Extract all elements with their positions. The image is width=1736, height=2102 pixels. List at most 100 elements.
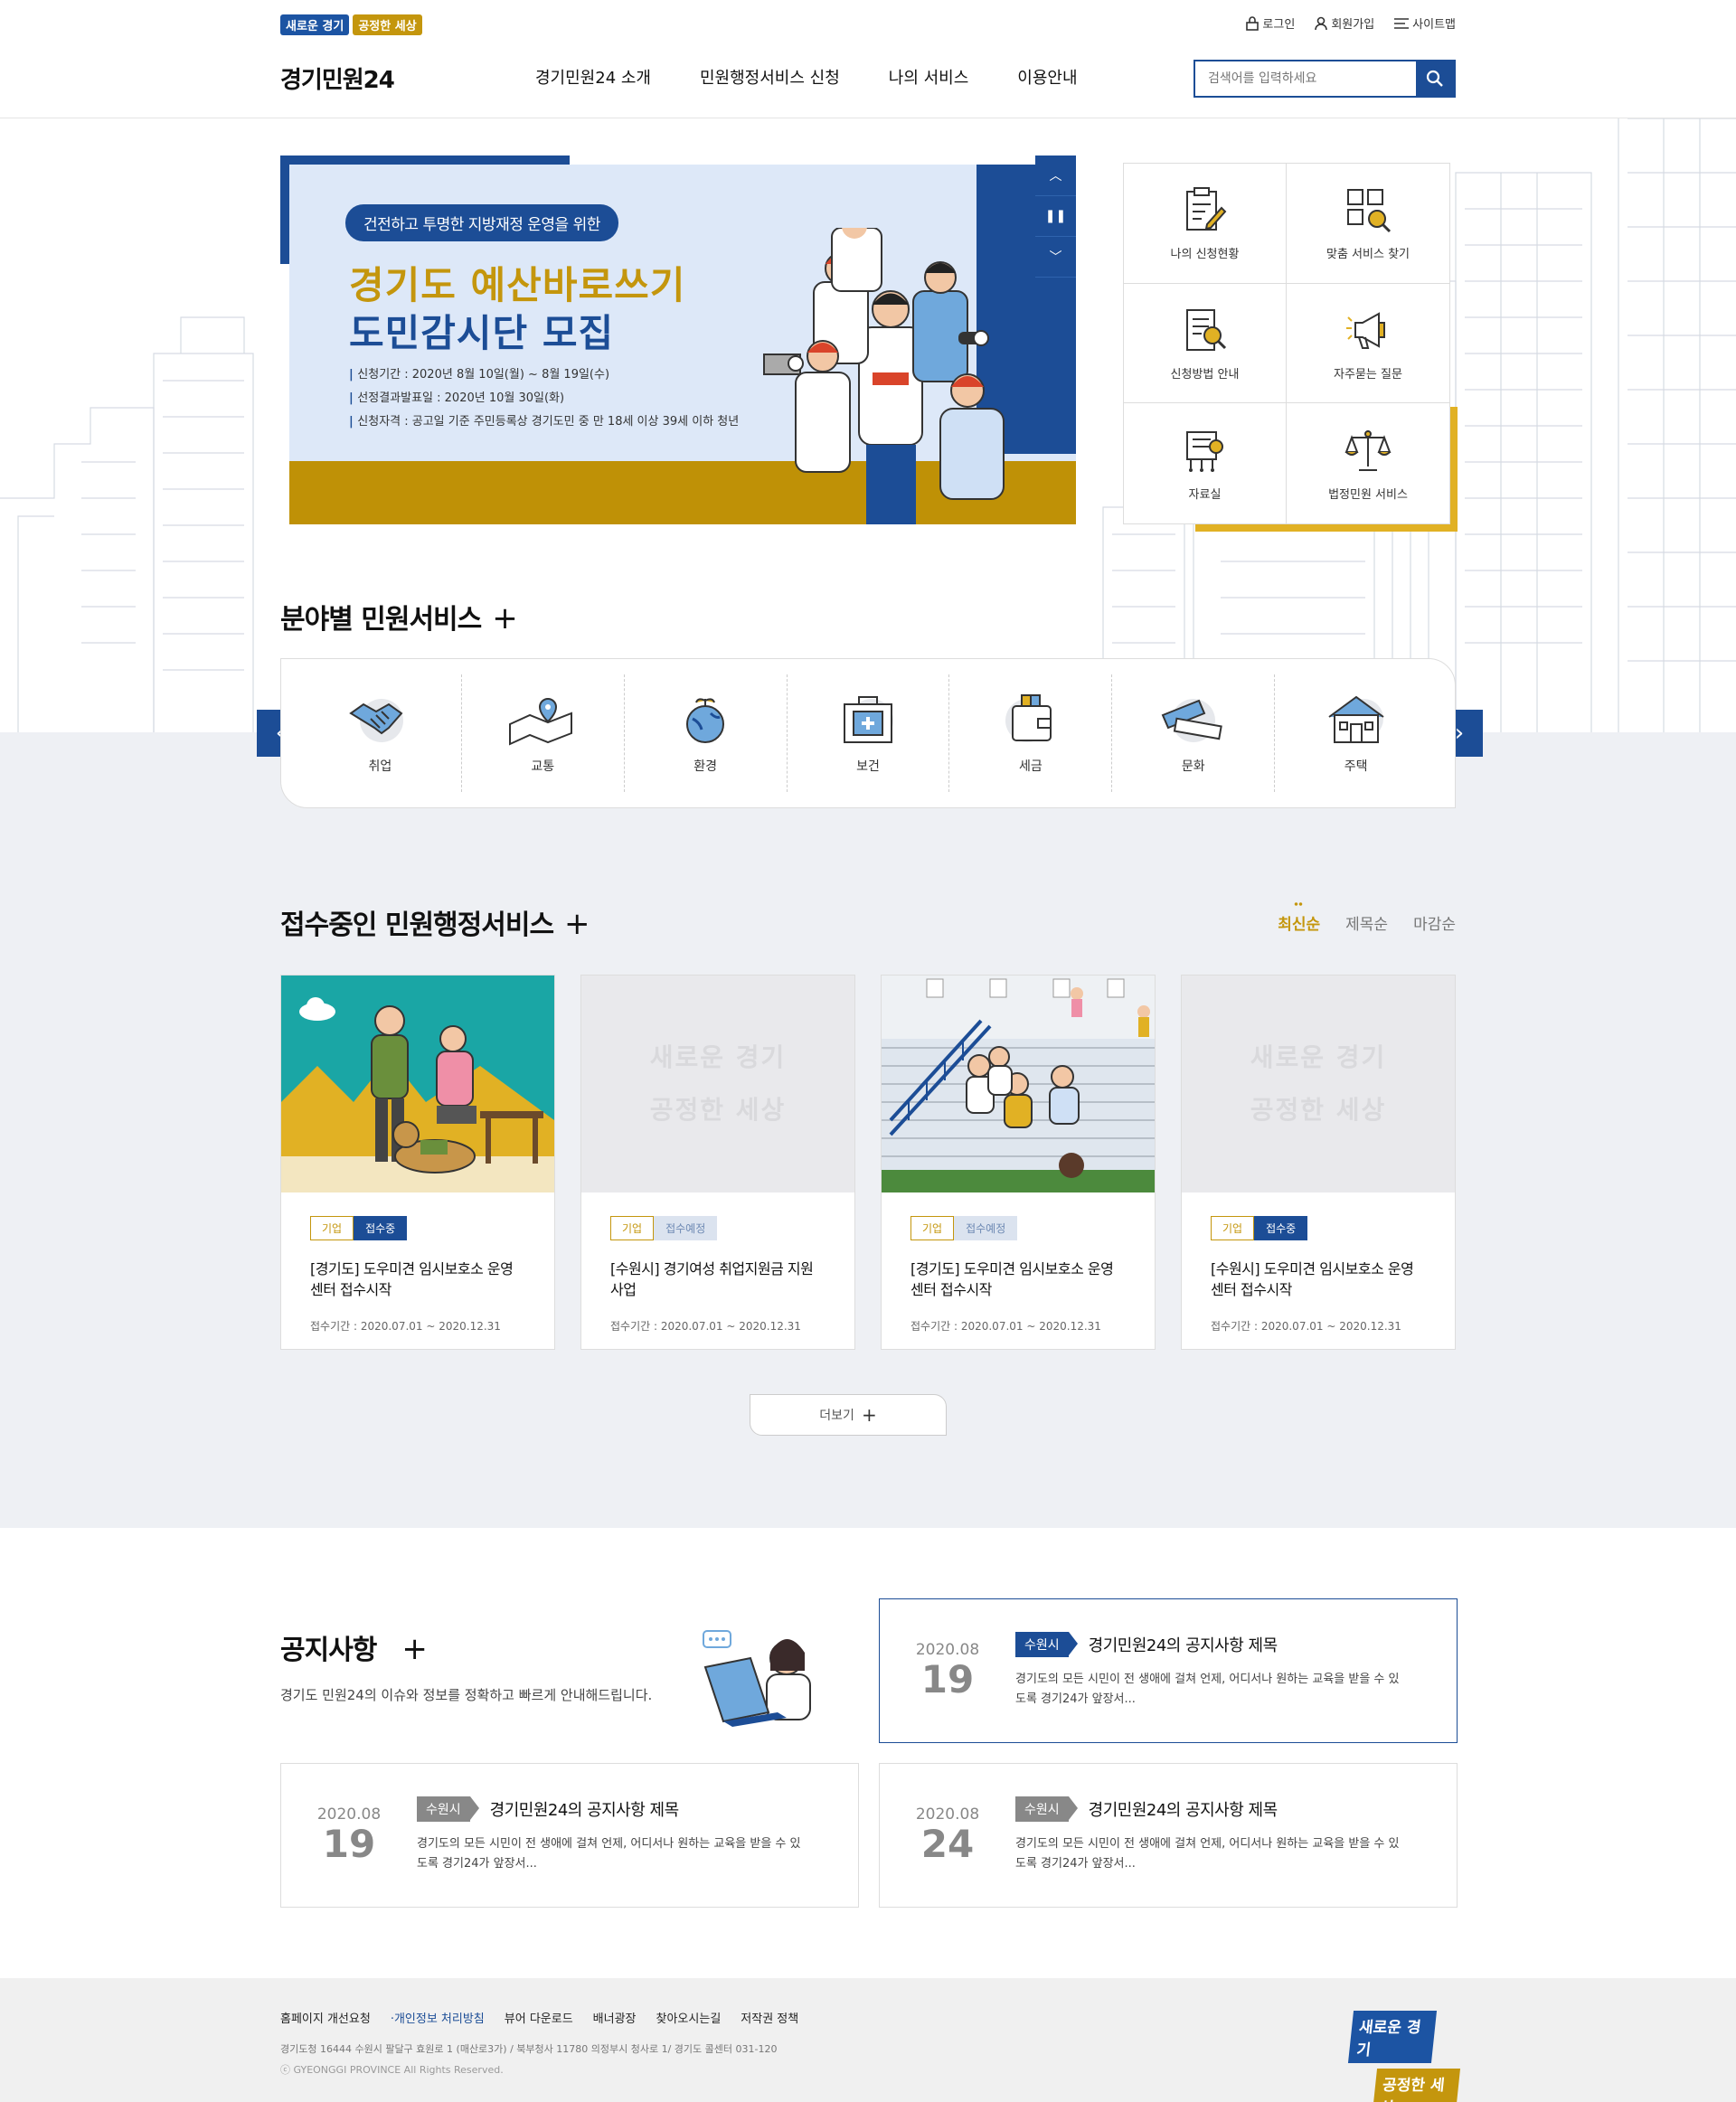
signup-link[interactable]: 회원가입 xyxy=(1315,14,1374,32)
menu-item-my-service[interactable]: 나의 서비스 xyxy=(889,65,969,89)
banner-next-button[interactable]: ﹀ xyxy=(1035,237,1076,278)
banner-prev-button[interactable]: ︿ xyxy=(1035,156,1076,196)
footer-slogan-logo: 새로운 경기 공정한 세상 xyxy=(1347,2011,1461,2102)
notice-section-title[interactable]: 공지사항 + xyxy=(280,1627,652,1667)
status-badge: 접수중 xyxy=(1254,1216,1308,1240)
notice-date: 2020.08 19 xyxy=(880,1641,1015,1701)
sort-title[interactable]: 제목순 xyxy=(1345,911,1388,934)
chevron-right-icon: › xyxy=(1454,720,1465,747)
chevron-down-icon: ﹀ xyxy=(1049,250,1062,265)
placeholder-logo: 새로운 경기 공정한 세상 xyxy=(1250,1032,1387,1136)
banner-slide[interactable]: 건전하고 투명한 지방재정 운영을 위한 경기도 예산바로쓰기 도민감시단 모집… xyxy=(289,165,1076,524)
quick-label: 맞춤 서비스 찾기 xyxy=(1326,248,1410,262)
footer-address: 경기도청 16444 수원시 팔달구 효원로 1 (매산로3가) / 북부청사 … xyxy=(280,2043,778,2055)
footer-link-feedback[interactable]: 홈페이지 개선요청 xyxy=(280,2009,371,2026)
field-label: 취업 xyxy=(368,759,392,774)
field-item-culture[interactable]: 문화 xyxy=(1112,674,1276,792)
notice-day: 19 xyxy=(920,1657,975,1701)
banner-pill-label: 건전하고 투명한 지방재정 운영을 위한 xyxy=(345,204,618,241)
field-item-tax[interactable]: 세금 xyxy=(949,674,1113,792)
quick-item-how-to-apply[interactable]: 신청방법 안내 xyxy=(1124,283,1287,404)
field-label: 문화 xyxy=(1181,759,1205,774)
service-card[interactable]: 기업 접수예정 [경기도] 도우미견 임시보호소 운영 센터 접수시작 접수기간 … xyxy=(881,975,1156,1350)
notice-year-month: 2020.08 xyxy=(316,1805,382,1824)
quick-item-find-service[interactable]: 맞춤 서비스 찾기 xyxy=(1287,164,1449,284)
footer-link-banner[interactable]: 배너광장 xyxy=(593,2009,637,2026)
footer-link-copyright[interactable]: 저작권 정책 xyxy=(741,2009,798,2026)
card-period: 접수기간 : 2020.07.01 ~ 2020.12.31 xyxy=(310,1320,501,1333)
service-card[interactable]: 새로운 경기 공정한 세상 기업 접수중 [수원시] 도우미견 임시보호소 운영 … xyxy=(1181,975,1456,1350)
card-period: 접수기간 : 2020.07.01 ~ 2020.12.31 xyxy=(910,1320,1101,1333)
more-label: 더보기 xyxy=(819,1409,854,1423)
field-item-employment[interactable]: 취업 xyxy=(299,674,462,792)
notice-day: 24 xyxy=(920,1822,975,1866)
notice-summary: 경기도의 모든 시민이 전 생애에 걸쳐 언제, 어디서나 원하는 교육을 받을… xyxy=(417,1837,801,1871)
notice-card[interactable]: 2020.08 24 수원시 경기민원24의 공지사항 제목 경기도의 모든 시민… xyxy=(879,1763,1458,1908)
house-icon xyxy=(1327,695,1384,743)
megaphone-icon xyxy=(1346,312,1385,349)
quick-item-my-application[interactable]: 나의 신청현황 xyxy=(1124,164,1287,284)
sort-tabs: 최신순 제목순 마감순 xyxy=(1278,902,1456,934)
login-link[interactable]: 로그인 xyxy=(1246,14,1295,32)
people-illustration xyxy=(763,228,1005,524)
plus-icon: + xyxy=(564,906,590,942)
service-card[interactable]: 기업 접수중 [경기도] 도우미견 임시보호소 운영 센터 접수시작 접수기간 :… xyxy=(280,975,555,1350)
placeholder-text-2: 공정한 세상 xyxy=(649,1095,787,1125)
clipboard-pen-icon xyxy=(1185,187,1226,231)
map-pin-icon xyxy=(509,697,573,746)
notice-card[interactable]: 2020.08 19 수원시 경기민원24의 공지사항 제목 경기도의 모든 시민… xyxy=(879,1598,1458,1743)
service-card[interactable]: 새로운 경기 공정한 세상 기업 접수예정 [수원시] 경기여성 취업지원금 지원… xyxy=(580,975,855,1350)
site-logo[interactable]: 경기민원24 xyxy=(280,61,395,95)
field-item-health[interactable]: 보건 xyxy=(788,674,950,792)
field-item-housing[interactable]: 주택 xyxy=(1275,674,1437,792)
footer-link-directions[interactable]: 찾아오시는길 xyxy=(656,2009,722,2026)
footer: 홈페이지 개선요청 ·개인정보 처리방침 뷰어 다운로드 배너광장 찾아오시는길… xyxy=(0,1978,1736,2102)
card-image-guide-dog xyxy=(281,976,554,1192)
slogan-fair-world: 공정한 세상 xyxy=(353,14,422,35)
notice-year-month: 2020.08 xyxy=(915,1805,980,1824)
quick-item-archive[interactable]: 자료실 xyxy=(1124,403,1287,523)
menu-item-intro[interactable]: 경기민원24 소개 xyxy=(535,65,651,89)
notice-card[interactable]: 2020.08 19 수원시 경기민원24의 공지사항 제목 경기도의 모든 시민… xyxy=(280,1763,859,1908)
lock-icon xyxy=(1246,15,1260,31)
banner-info-qualification: 신청자격 : 공고일 기준 주민등록상 경기도민 중 만 18세 이상 39세 … xyxy=(349,410,739,434)
menu-item-guide[interactable]: 이용안내 xyxy=(1017,65,1077,89)
quick-item-faq[interactable]: 자주묻는 질문 xyxy=(1287,283,1449,404)
quick-label: 자료실 xyxy=(1188,488,1222,503)
notice-header: 공지사항 + 경기도 민원24의 이슈와 정보를 정확하고 빠르게 안내해드립니다… xyxy=(280,1627,652,1704)
notice-summary: 경기도의 모든 시민이 전 생애에 걸쳐 언제, 어디서나 원하는 교육을 받을… xyxy=(1015,1673,1400,1706)
sort-deadline[interactable]: 마감순 xyxy=(1413,911,1456,934)
category-tag: 기업 xyxy=(610,1216,655,1240)
menu-item-apply[interactable]: 민원행정서비스 신청 xyxy=(700,65,840,89)
placeholder-text-1: 새로운 경기 xyxy=(1250,1042,1387,1072)
search-button[interactable] xyxy=(1416,61,1454,96)
footer-link-viewer[interactable]: 뷰어 다운로드 xyxy=(505,2009,573,2026)
search-input[interactable] xyxy=(1195,61,1416,96)
card-image-placeholder: 새로운 경기 공정한 세상 xyxy=(1182,976,1455,1192)
field-label: 주택 xyxy=(1344,759,1368,774)
fields-section-title[interactable]: 분야별 민원서비스 + xyxy=(280,597,518,636)
field-item-traffic[interactable]: 교통 xyxy=(462,674,625,792)
banner-info-period: 신청기간 : 2020년 8월 10일(월) ~ 8월 19일(수) xyxy=(349,363,739,387)
plus-icon: + xyxy=(401,1631,427,1667)
banner-pause-button[interactable]: ❚❚ xyxy=(1035,196,1076,237)
notice-year-month: 2020.08 xyxy=(915,1641,980,1659)
menu-icon xyxy=(1394,17,1410,29)
laptop-person-illustration xyxy=(703,1630,811,1727)
quick-menu: 나의 신청현황 맞춤 서비스 찾기 신청방법 안내 자주묻는 질문 자료실 법정… xyxy=(1123,163,1450,524)
search-box xyxy=(1194,60,1456,98)
gnb-menu: 경기민원24 소개 민원행정서비스 신청 나의 서비스 이용안내 xyxy=(535,65,1078,89)
notice-summary: 경기도의 모든 시민이 전 생애에 걸쳐 언제, 어디서나 원하는 교육을 받을… xyxy=(1015,1837,1400,1871)
medical-kit-icon xyxy=(844,696,893,743)
field-label: 세금 xyxy=(1018,759,1043,774)
card-period: 접수기간 : 2020.07.01 ~ 2020.12.31 xyxy=(610,1320,801,1333)
field-item-environment[interactable]: 환경 xyxy=(625,674,788,792)
more-button[interactable]: 더보기 + xyxy=(750,1394,947,1436)
footer-link-privacy[interactable]: ·개인정보 처리방침 xyxy=(391,2009,485,2026)
slogan-badge[interactable]: 새로운 경기 공정한 세상 xyxy=(280,14,422,35)
quick-item-legal-service[interactable]: 법정민원 서비스 xyxy=(1287,403,1449,523)
sitemap-link[interactable]: 사이트맵 xyxy=(1394,14,1456,32)
sort-latest[interactable]: 최신순 xyxy=(1278,902,1320,934)
notice-region-tag: 수원시 xyxy=(1015,1632,1078,1657)
quick-label: 신청방법 안내 xyxy=(1170,367,1240,382)
